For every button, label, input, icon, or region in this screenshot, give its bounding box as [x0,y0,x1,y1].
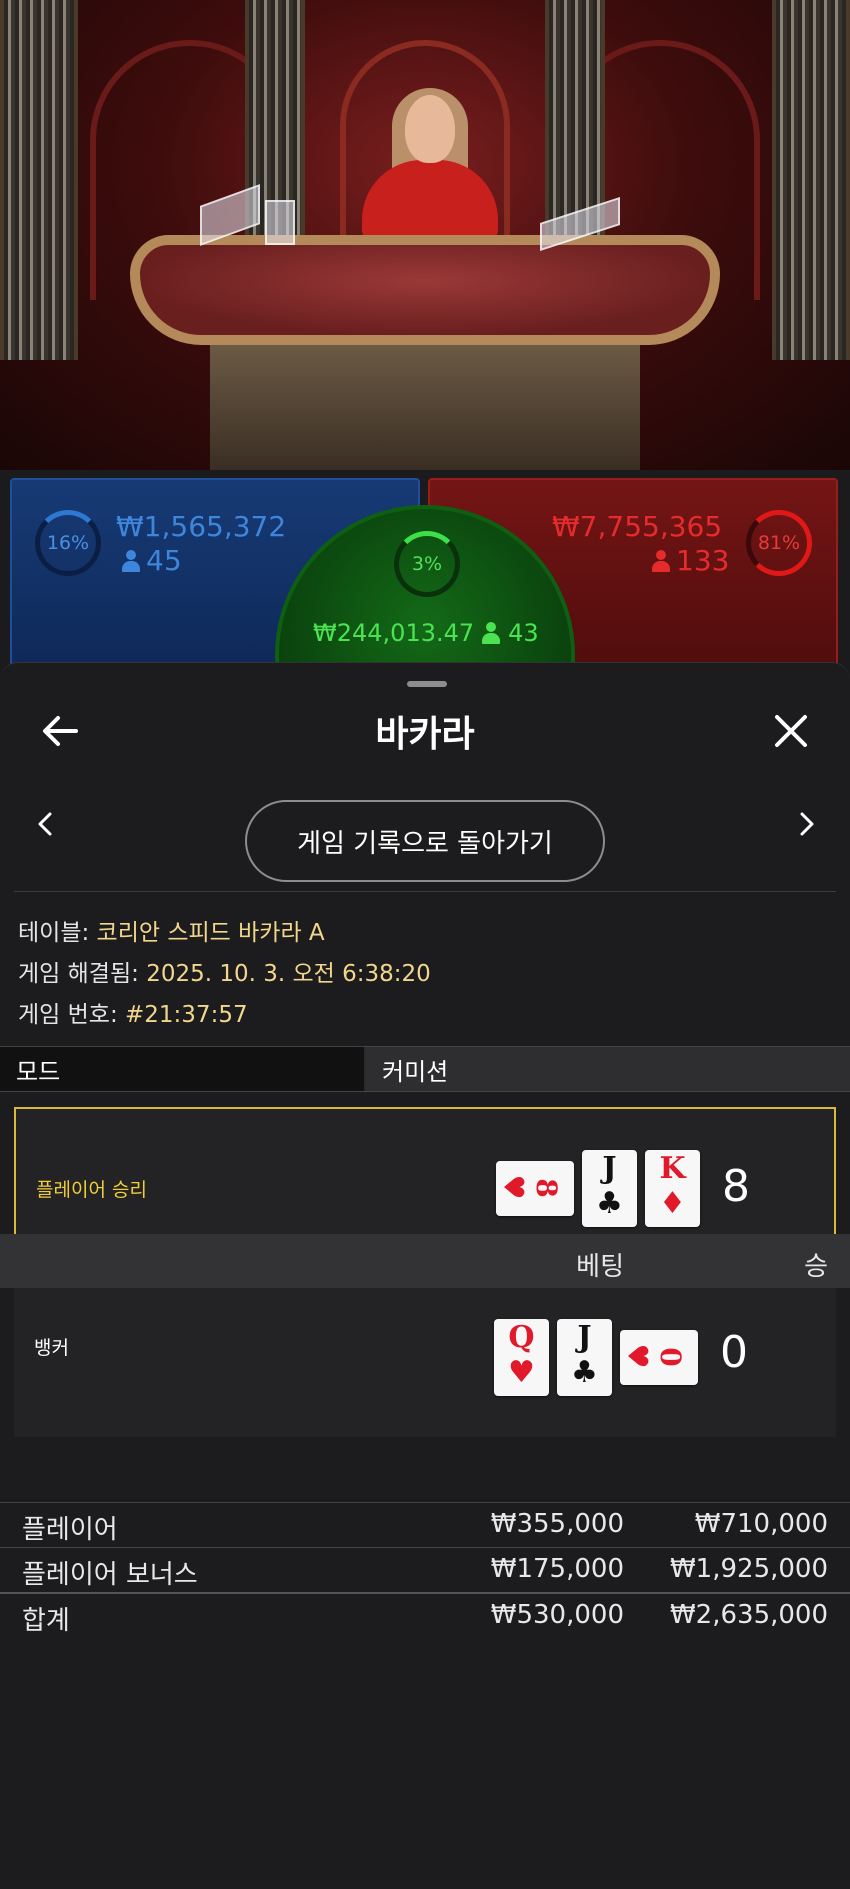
close-icon [775,715,807,747]
playing-card: J ♣ [557,1318,612,1396]
banker-hand-label: 뱅커 [34,1337,69,1359]
table-info-value: 코리안 스피드 바카라 A [96,920,325,946]
banker-percent-ring: 81% [746,510,812,576]
person-icon [652,549,670,572]
tie-total-amount: ₩244,013.47 [313,619,475,647]
card-rank: 0 [654,1346,687,1367]
chevron-left-icon [38,812,52,836]
chevron-right-icon [800,812,814,836]
game-number-label: 게임 번호: [18,1002,118,1028]
playing-card: K ♦ [645,1149,700,1227]
playing-card: ♥ 8 [496,1160,574,1216]
player-count: 45 [122,544,182,577]
table-row: 플레이어 ₩355,000 ₩710,000 [0,1502,850,1546]
tie-percent-ring: 3% [394,531,460,597]
win-amount: ₩710,000 [694,1509,828,1539]
playing-card: Q ♥ [494,1318,549,1396]
person-icon [482,622,501,644]
close-button[interactable] [763,703,819,759]
player-hand-label: 플레이어 승리 [36,1179,147,1201]
table-info-label: 테이블: [18,920,90,946]
bets-table-header: 베팅 승 [0,1234,850,1288]
tab-commission[interactable]: 커미션 [366,1047,850,1091]
banker-total-amount: ₩7,755,365 [552,510,723,543]
playing-card: ♥ 0 [620,1329,698,1385]
next-game-button[interactable] [792,809,822,839]
tie-percent: 3% [411,553,443,575]
player-count-value: 45 [146,544,182,577]
card-suit: ♥ [621,1342,654,1369]
player-percent: 16% [46,532,90,554]
table-row: 플레이어 보너스 ₩175,000 ₩1,925,000 [0,1547,850,1591]
card-suit: ♥ [508,1354,535,1390]
banker-percent: 81% [757,532,801,554]
win-amount: ₩1,925,000 [669,1554,828,1584]
game-number-value: #21:37:57 [125,1002,248,1028]
player-percent-ring: 16% [35,510,101,576]
card-suit: ♣ [571,1354,598,1390]
banker-hand-result: 뱅커 Q ♥ J ♣ ♥ 0 0 [14,1277,836,1437]
card-rank: K [659,1150,686,1186]
background-pillar [0,0,78,360]
resolved-info-value: 2025. 10. 3. 오전 6:38:20 [146,961,431,987]
banker-score: 0 [720,1327,748,1378]
bet-column-header: 베팅 [576,1252,624,1282]
total-bet-amount: ₩530,000 [490,1600,624,1630]
dealer-head [405,95,455,163]
player-score: 8 [722,1161,750,1212]
win-column-header: 승 [804,1252,828,1282]
banker-count-value: 133 [676,544,730,577]
discard-holder [265,200,295,245]
game-number-info: 게임 번호: #21:37:57 [18,995,248,1029]
mode-tabs: 모드 커미션 [0,1046,850,1092]
background-pillar [772,0,850,360]
divider [14,891,836,892]
resolved-info: 게임 해결됨: 2025. 10. 3. 오전 6:38:20 [18,954,431,988]
card-suit: ♥ [497,1173,530,1200]
banker-count: 133 [652,544,729,577]
total-row: 합계 ₩530,000 ₩2,635,000 [0,1592,850,1636]
baccarat-table [130,235,720,345]
card-rank: J [602,1150,617,1186]
card-rank: J [577,1319,592,1355]
table-base [210,345,640,470]
total-label: 합계 [22,1606,70,1636]
tie-amount-row: ₩244,013.47 43 [313,619,539,647]
back-to-history-button[interactable]: 게임 기록으로 돌아가기 [245,800,605,882]
card-rank: Q [508,1319,535,1355]
card-suit: ♣ [596,1185,623,1221]
bet-name: 플레이어 [22,1515,118,1545]
resolved-info-label: 게임 해결됨: [18,961,139,987]
sheet-drag-handle[interactable] [407,681,447,687]
tie-count-value: 43 [508,619,539,647]
live-video-feed [0,0,850,470]
previous-game-button[interactable] [30,809,60,839]
bet-name: 플레이어 보너스 [22,1560,198,1590]
total-win-amount: ₩2,635,000 [669,1600,828,1630]
banker-cards: Q ♥ J ♣ ♥ 0 [494,1277,698,1437]
table-info: 테이블: 코리안 스피드 바카라 A [18,913,325,947]
person-icon [122,549,140,572]
card-suit: ♦ [659,1185,686,1221]
player-total-amount: ₩1,565,372 [116,510,287,543]
card-rank: 8 [530,1177,563,1198]
playing-card: J ♣ [582,1149,637,1227]
bet-amount: ₩175,000 [490,1554,624,1584]
bet-amount: ₩355,000 [490,1509,624,1539]
sheet-title: 바카라 [375,714,475,755]
tab-mode[interactable]: 모드 [0,1047,366,1091]
